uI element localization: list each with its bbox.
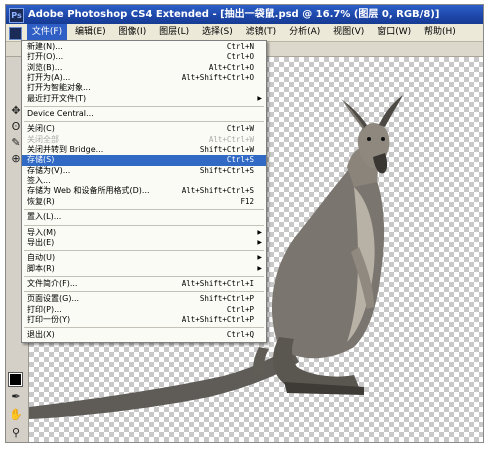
menu-item-label: 文件简介(F)... — [27, 278, 78, 288]
menu-item-label: Device Central... — [27, 109, 94, 119]
menu-item-shortcut: Ctrl+W — [226, 124, 254, 134]
submenu-arrow-icon: ▶ — [257, 264, 262, 272]
file-menu-item[interactable]: 打印一份(Y) Alt+Shift+Ctrl+P — [22, 315, 266, 325]
file-menu-item[interactable]: 浏览(B)... Alt+Ctrl+O — [22, 63, 266, 73]
menu-item-label: 退出(X) — [27, 330, 55, 340]
menu-item-label: 脚本(R) — [27, 263, 55, 273]
menu-analysis[interactable]: 分析(A) — [284, 24, 325, 41]
zoom-tool-icon[interactable]: ⚲ — [8, 425, 24, 441]
menu-item-shortcut: Alt+Shift+Ctrl+S — [181, 186, 254, 196]
menu-item-shortcut: F12 — [240, 196, 254, 206]
menu-item-label: 最近打开文件(T) — [27, 93, 87, 103]
menu-separator — [24, 250, 264, 252]
menu-item-label: 导入(M) — [27, 227, 57, 237]
file-menu-item[interactable]: 存储(S) Ctrl+S — [22, 155, 266, 166]
menu-item-label: 置入(L)... — [27, 212, 62, 222]
submenu-arrow-icon: ▶ — [257, 238, 262, 246]
menu-filter[interactable]: 滤镜(T) — [241, 24, 282, 41]
menu-item-label: 打开为智能对象... — [27, 83, 91, 93]
file-menu-dropdown: 新建(N)... Ctrl+N 打开(O)... Ctrl+O 浏览(B)... Alt+… — [21, 40, 267, 343]
file-menu-item[interactable]: 自动(U) ▶ — [22, 253, 266, 263]
menu-separator — [24, 275, 264, 277]
submenu-arrow-icon: ▶ — [257, 94, 262, 102]
menu-item-shortcut: Ctrl+P — [226, 304, 254, 314]
menu-view[interactable]: 视图(V) — [328, 24, 369, 41]
menu-item-shortcut: Alt+Ctrl+W — [208, 134, 254, 144]
file-menu-item: 关闭全部 Alt+Ctrl+W — [22, 135, 266, 145]
hand-tool-icon[interactable]: ✋ — [8, 407, 24, 423]
file-menu-item[interactable]: 退出(X) Ctrl+Q — [22, 330, 266, 340]
menu-item-label: 签入... — [27, 176, 51, 186]
menu-item-label: 打开(O)... — [27, 52, 64, 62]
submenu-arrow-icon: ▶ — [257, 254, 262, 262]
file-menu-item[interactable]: 打开为(A)... Alt+Shift+Ctrl+O — [22, 73, 266, 83]
file-menu-item[interactable]: 导出(E) ▶ — [22, 238, 266, 248]
foreground-color-swatch[interactable] — [8, 372, 23, 387]
menu-item-shortcut: Alt+Shift+Ctrl+I — [181, 278, 254, 288]
menu-separator — [24, 224, 264, 226]
menu-separator — [24, 121, 264, 123]
file-menu-item[interactable]: 最近打开文件(T) ▶ — [22, 94, 266, 104]
menu-item-shortcut: Ctrl+N — [226, 42, 254, 51]
menu-item-label: 浏览(B)... — [27, 62, 63, 72]
menu-item-shortcut: Shift+Ctrl+S — [199, 165, 254, 175]
menu-item-label: 关闭(C) — [27, 124, 55, 134]
menu-select[interactable]: 选择(S) — [197, 24, 238, 41]
menu-item-label: 存储为 Web 和设备所用格式(D)... — [27, 186, 150, 196]
menu-separator — [24, 291, 264, 293]
file-menu-item[interactable]: 新建(N)... Ctrl+N — [22, 42, 266, 52]
photoshop-app-icon: Ps — [9, 8, 24, 23]
menu-item-label: 打开为(A)... — [27, 73, 71, 83]
menu-layer[interactable]: 图层(L) — [154, 24, 194, 41]
menu-separator — [24, 327, 264, 329]
file-menu-item[interactable]: 脚本(R) ▶ — [22, 264, 266, 274]
menu-file[interactable]: 文件(F) — [26, 24, 68, 41]
menu-separator — [24, 209, 264, 211]
file-menu-item[interactable]: 打开为智能对象... — [22, 83, 266, 93]
file-menu-item[interactable]: 存储为 Web 和设备所用格式(D)... Alt+Shift+Ctrl+S — [22, 186, 266, 196]
menu-item-shortcut: Ctrl+O — [226, 52, 254, 62]
photoshop-mini-icon — [9, 27, 22, 40]
file-menu-item[interactable]: 关闭(C) Ctrl+W — [22, 124, 266, 134]
file-menu-item[interactable]: 打印(P)... Ctrl+P — [22, 305, 266, 315]
menu-item-shortcut: Shift+Ctrl+W — [199, 145, 254, 155]
eyedropper-tool-icon[interactable]: ✒ — [8, 389, 24, 405]
menu-item-label: 存储为(V)... — [27, 165, 71, 175]
menu-item-shortcut: Alt+Ctrl+O — [208, 62, 254, 72]
menu-item-label: 打印(P)... — [27, 304, 62, 314]
menu-item-shortcut: Alt+Shift+Ctrl+O — [181, 73, 254, 83]
menu-separator — [24, 106, 264, 108]
file-menu-item[interactable]: 页面设置(G)... Shift+Ctrl+P — [22, 294, 266, 304]
file-menu-item[interactable]: 文件简介(F)... Alt+Shift+Ctrl+I — [22, 279, 266, 289]
title-bar: Ps Adobe Photoshop CS4 Extended - [抽出一袋鼠.… — [6, 5, 483, 24]
menu-item-label: 页面设置(G)... — [27, 294, 80, 304]
menu-item-shortcut: Shift+Ctrl+P — [199, 294, 254, 304]
menu-item-label: 恢复(R) — [27, 196, 55, 206]
file-menu-item[interactable]: 打开(O)... Ctrl+O — [22, 52, 266, 62]
menu-item-shortcut: Ctrl+Q — [226, 330, 254, 340]
file-menu-item[interactable]: Device Central... — [22, 109, 266, 119]
menu-item-label: 导出(E) — [27, 237, 55, 247]
menu-item-shortcut: Ctrl+S — [226, 155, 254, 165]
menu-item-label: 新建(N)... — [27, 42, 63, 51]
file-menu-item[interactable]: 关闭并转到 Bridge... Shift+Ctrl+W — [22, 145, 266, 155]
menu-window[interactable]: 窗口(W) — [372, 24, 416, 41]
menu-item-label: 关闭全部 — [27, 134, 59, 144]
menu-item-shortcut: Alt+Shift+Ctrl+P — [181, 314, 254, 324]
window-title: Adobe Photoshop CS4 Extended - [抽出一袋鼠.ps… — [28, 9, 440, 20]
submenu-arrow-icon: ▶ — [257, 228, 262, 236]
photoshop-window: Ps Adobe Photoshop CS4 Extended - [抽出一袋鼠.… — [5, 4, 484, 443]
menu-item-label: 关闭并转到 Bridge... — [27, 145, 104, 155]
menu-item-label: 打印一份(Y) — [27, 314, 71, 324]
menu-edit[interactable]: 编辑(E) — [70, 24, 111, 41]
file-menu-item[interactable]: 置入(L)... — [22, 212, 266, 222]
file-menu-item[interactable]: 恢复(R) F12 — [22, 197, 266, 207]
file-menu-item[interactable]: 导入(M) ▶ — [22, 228, 266, 238]
menu-item-label: 存储(S) — [27, 155, 55, 165]
menu-image[interactable]: 图像(I) — [114, 24, 152, 41]
file-menu-item[interactable]: 签入... — [22, 176, 266, 186]
file-menu-item[interactable]: 存储为(V)... Shift+Ctrl+S — [22, 166, 266, 176]
menu-item-label: 自动(U) — [27, 253, 56, 263]
menu-help[interactable]: 帮助(H) — [419, 24, 461, 41]
